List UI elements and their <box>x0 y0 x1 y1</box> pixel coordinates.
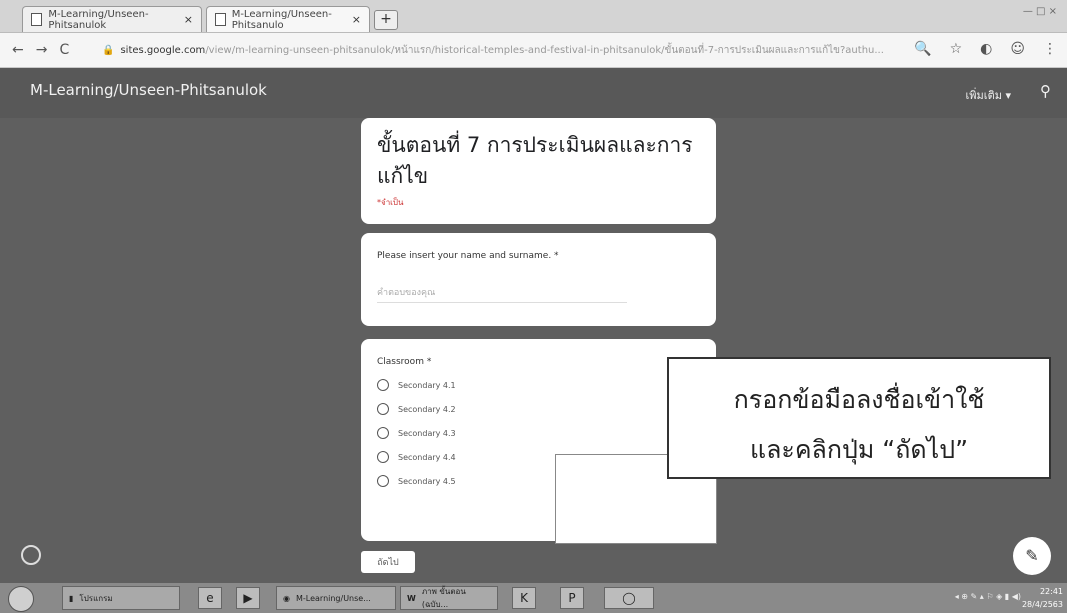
radio-icon[interactable] <box>377 379 389 391</box>
callout-line: กรอกข้อมือลงชื่อเข้าใช้ <box>733 385 985 414</box>
required-note: *จำเป็น <box>377 198 404 207</box>
clock-date: 28/4/2563 <box>1021 600 1063 609</box>
option-label: Secondary 4.1 <box>398 380 456 390</box>
option-label: Secondary 4.2 <box>398 404 456 414</box>
radio-icon[interactable] <box>377 403 389 415</box>
taskbar-item[interactable]: ▮ โปรแกรม <box>62 586 180 610</box>
address-bar: ← → C 🔒 sites.google.com /view/m-learnin… <box>0 33 1067 68</box>
extension-icon[interactable]: ◐ <box>980 41 992 57</box>
radio-icon[interactable] <box>377 451 389 463</box>
form-title-card: ขั้นตอนที่ 7 การประเมินผลและการแก้ไข *จำ… <box>361 118 716 224</box>
name-question-card: Please insert your name and surname. * ค… <box>361 233 716 326</box>
classroom-option[interactable]: Secondary 4.3 <box>377 427 700 439</box>
sites-favicon-icon <box>31 13 43 26</box>
folder-icon: ▮ <box>69 593 74 603</box>
clock-time: 22:41 <box>1039 587 1063 596</box>
back-icon[interactable]: ← <box>12 42 24 58</box>
url-host: sites.google.com <box>120 44 206 56</box>
window-controls[interactable]: — □ × <box>1023 6 1057 17</box>
settings-icon[interactable] <box>21 545 41 565</box>
taskbar-label: ภาพ ขั้นตอน (ฉบับ... <box>421 587 466 609</box>
browser-tab[interactable]: M-Learning/Unseen-Phitsanulo × <box>206 6 370 32</box>
tab-label: M-Learning/Unseen-Phitsanulok <box>48 8 149 31</box>
chrome-icon: ◉ <box>283 593 290 603</box>
word-icon: W <box>407 593 416 603</box>
ie-icon[interactable]: e <box>198 587 222 609</box>
forward-icon[interactable]: → <box>36 42 48 58</box>
more-label: เพิ่มเติม <box>965 89 1002 102</box>
edit-pencil-icon[interactable]: ✎ <box>1013 537 1051 575</box>
url-path: /view/m-learning-unseen-phitsanulok/หน้า… <box>205 44 884 56</box>
new-tab-button[interactable]: + <box>374 10 398 30</box>
profile-icon[interactable]: ☺ <box>1010 41 1025 57</box>
star-icon[interactable]: ☆ <box>950 41 963 57</box>
app-icon[interactable]: K <box>512 587 536 609</box>
reload-icon[interactable]: C <box>59 42 69 58</box>
taskbar-clock[interactable]: 22:41 28/4/2563 <box>1022 585 1063 611</box>
site-header: M-Learning/Unseen-Phitsanulok เพิ่มเติม … <box>0 68 1067 118</box>
taskbar-item[interactable]: ◉ M-Learning/Unse... <box>276 586 396 610</box>
classroom-question-label: Classroom * <box>377 357 432 367</box>
search-icon[interactable]: ⚲ <box>1040 82 1051 100</box>
menu-icon[interactable]: ⋮ <box>1043 41 1057 57</box>
taskbar-label: โปรแกรม <box>79 593 113 603</box>
taskbar-label: M-Learning/Unse... <box>295 593 371 603</box>
media-player-icon[interactable]: ▶ <box>236 587 260 609</box>
instruction-callout: กรอกข้อมือลงชื่อเข้าใช้ และคลิกปุ่ม “ถัด… <box>667 357 1051 479</box>
form-title: ขั้นตอนที่ 7 การประเมินผลและการแก้ไข <box>377 133 693 188</box>
windows-taskbar: ▮ โปรแกรม e ▶ ◉ M-Learning/Unse... W ภาพ ขั… <box>0 583 1067 613</box>
option-label: Secondary 4.3 <box>398 428 456 438</box>
name-input[interactable]: คำตอบของคุณ <box>377 285 627 303</box>
taskbar-item[interactable]: W ภาพ ขั้นตอน (ฉบับ... <box>400 586 498 610</box>
radio-icon[interactable] <box>377 475 389 487</box>
classroom-option[interactable]: Secondary 4.1 <box>377 379 700 391</box>
browser-tab-bar: M-Learning/Unseen-Phitsanulok × M-Learni… <box>0 0 1067 33</box>
browser-tab[interactable]: M-Learning/Unseen-Phitsanulok × <box>22 6 202 32</box>
powerpoint-icon[interactable]: P <box>560 587 584 609</box>
line-chat-icon[interactable]: ◯ <box>604 587 654 609</box>
callout-line: และคลิกปุ่ม “ถัดไป” <box>749 435 969 464</box>
site-title[interactable]: M-Learning/Unseen-Phitsanulok <box>30 81 267 99</box>
option-label: Secondary 4.4 <box>398 452 456 462</box>
radio-icon[interactable] <box>377 427 389 439</box>
zoom-icon[interactable]: 🔍 <box>914 41 931 57</box>
url-field[interactable]: 🔒 sites.google.com /view/m-learning-unse… <box>102 41 912 59</box>
system-tray[interactable]: ◂ ⊕ ✎ ▴ ⚐ ◈ ▮ ◀) <box>955 592 1021 601</box>
name-question-label: Please insert your name and surname. * <box>377 251 559 261</box>
overlay-block <box>470 440 542 537</box>
close-icon[interactable]: × <box>352 13 361 26</box>
start-button[interactable] <box>8 586 34 612</box>
classroom-option[interactable]: Secondary 4.2 <box>377 403 700 415</box>
more-menu[interactable]: เพิ่มเติม ▾ <box>966 86 1011 104</box>
lock-icon: 🔒 <box>102 44 115 56</box>
address-icons: 🔍 ☆ ◐ ☺ ⋮ <box>914 41 1057 57</box>
sites-favicon-icon <box>215 13 226 26</box>
next-button[interactable]: ถัดไป <box>361 551 415 573</box>
tab-label: M-Learning/Unseen-Phitsanulo <box>231 8 332 31</box>
option-label: Secondary 4.5 <box>398 476 456 486</box>
close-icon[interactable]: × <box>184 13 193 26</box>
